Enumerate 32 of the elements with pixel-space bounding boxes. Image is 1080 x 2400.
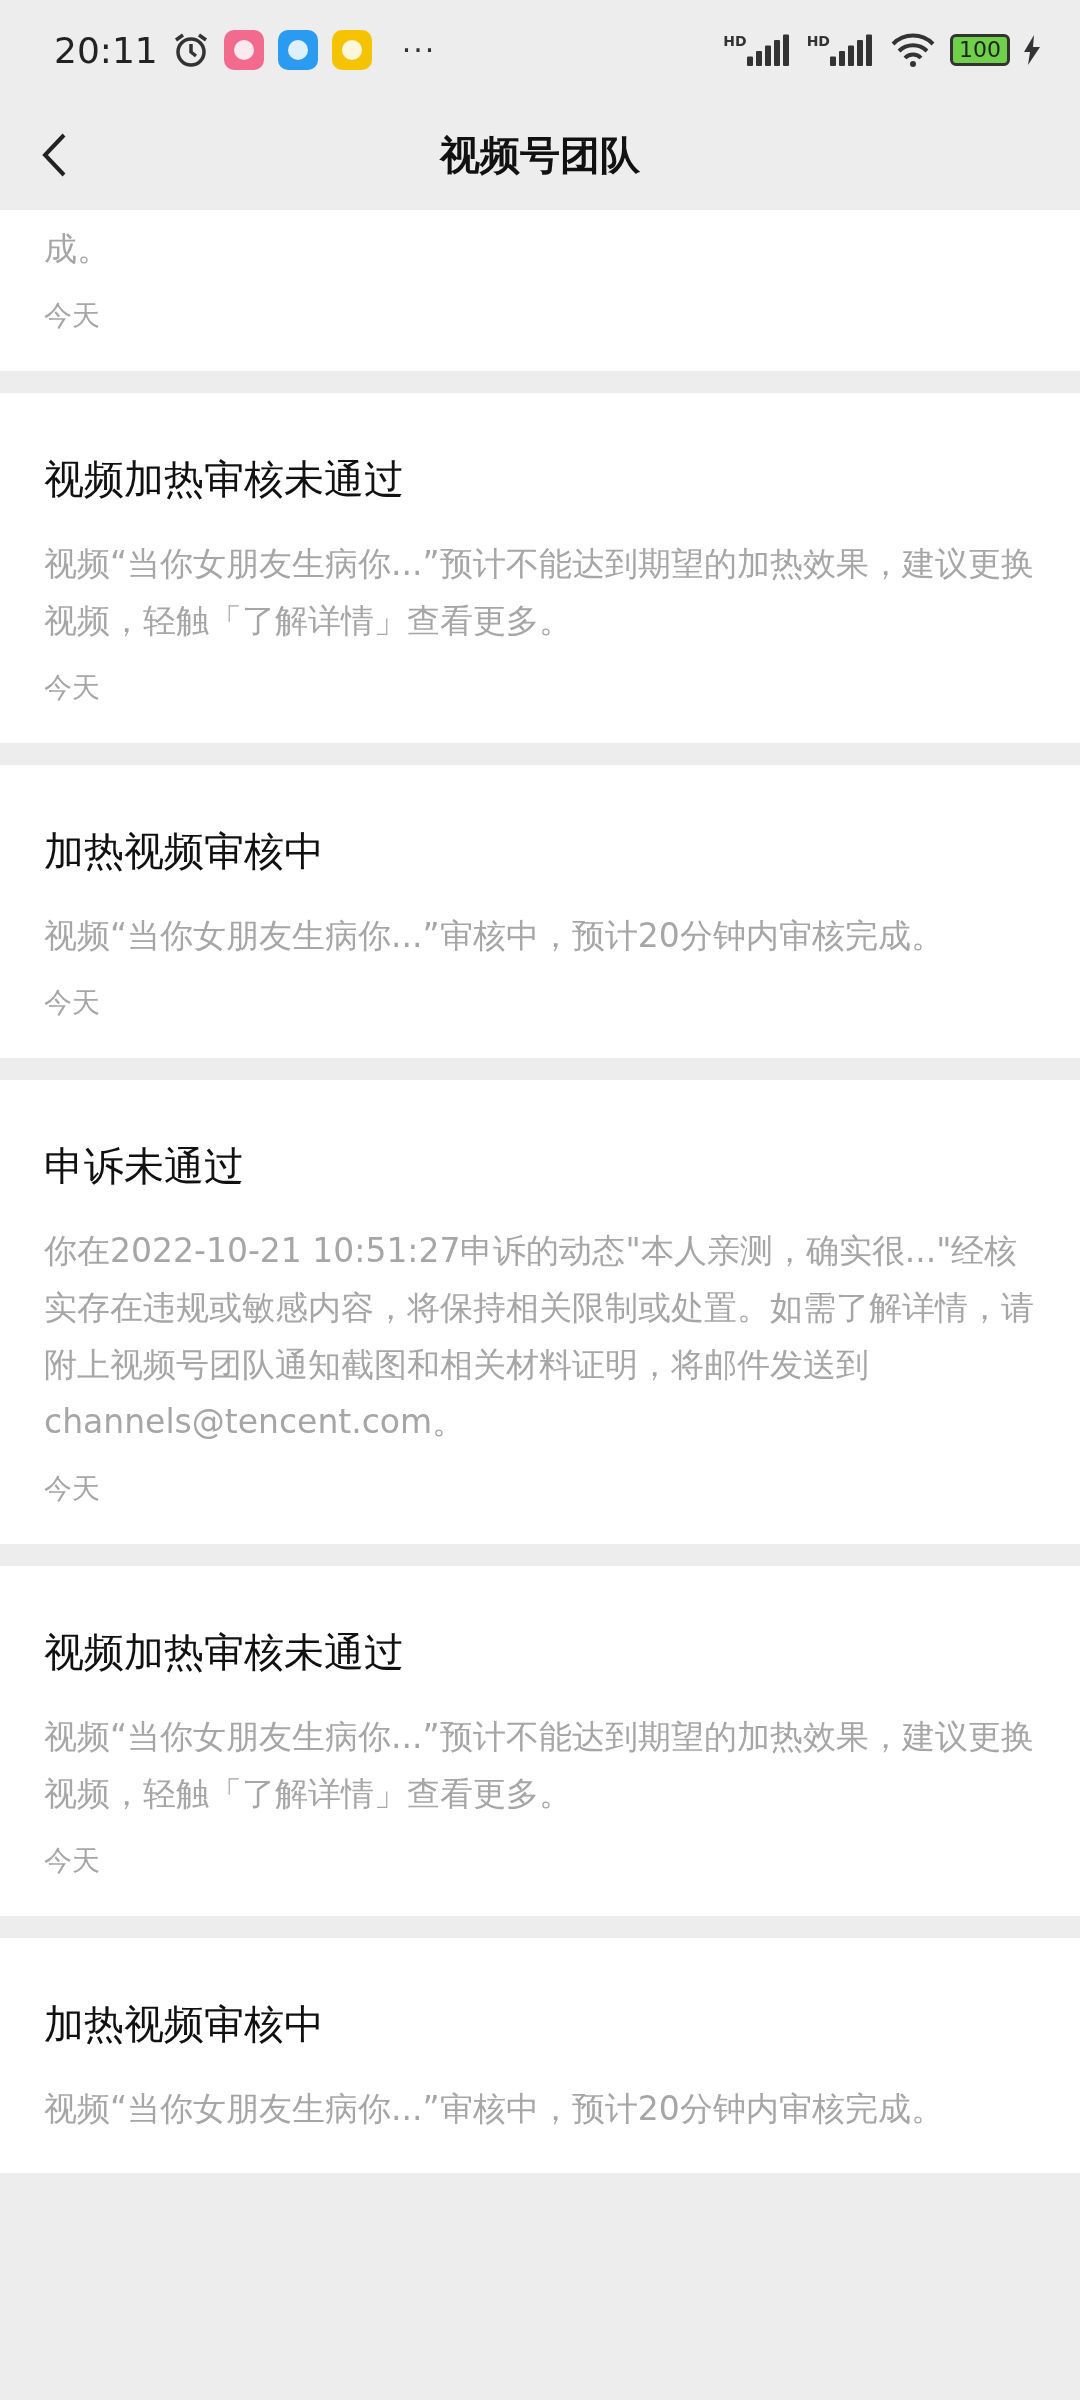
message-time: 今天	[44, 1471, 101, 1507]
charging-bolt-icon	[1024, 35, 1040, 65]
message-body: 视频“当你女朋友生病你...”审核中，预计20分钟内审核完成。	[44, 2088, 945, 2130]
status-time: 20:11	[54, 29, 158, 71]
more-notifications: ···	[401, 32, 437, 68]
message-title: 视频加热审核未通过	[44, 455, 405, 504]
message-time: 今天	[44, 298, 101, 334]
message-body: 视频“当你女朋友生病你...”审核中，预计20分钟内审核完成。	[44, 915, 945, 957]
battery-indicator: 100	[950, 34, 1010, 66]
app-icon	[223, 30, 264, 70]
network-type-label: HD	[806, 34, 830, 48]
message-time: 今天	[44, 670, 101, 706]
message-card[interactable]: 加热视频审核中 视频“当你女朋友生病你...”审核中，预计20分钟内审核完成。 今天	[0, 765, 1080, 1058]
app-icon	[331, 30, 372, 70]
message-title: 视频加热审核未通过	[44, 1628, 405, 1677]
message-card[interactable]: 加热视频审核中 视频“当你女朋友生病你...”审核中，预计20分钟内审核完成。	[0, 1938, 1080, 2173]
message-body: 视频“当你女朋友生病你...”预计不能达到期望的加热效果，建议更换视频，轻触「了解详情」查看更多。	[44, 1716, 1035, 1815]
message-title: 加热视频审核中	[44, 827, 325, 876]
message-card[interactable]: 视频加热审核未通过 视频“当你女朋友生病你...”预计不能达到期望的加热效果，建议更换视频，轻触「了解详情」查看更多。 今天	[0, 393, 1080, 743]
message-time: 今天	[44, 1843, 101, 1879]
message-title: 加热视频审核中	[44, 2000, 325, 2049]
message-card[interactable]: 视频加热审核未通过 视频“当你女朋友生病你...”预计不能达到期望的加热效果，建议更换视频，轻触「了解详情」查看更多。 今天	[0, 1566, 1080, 1916]
page-title: 视频号团队	[440, 130, 640, 180]
network-type-label: HD	[723, 34, 747, 48]
message-title: 申诉未通过	[44, 1142, 245, 1191]
message-body: 视频“当你女朋友生病你...”预计不能达到期望的加热效果，建议更换视频，轻触「了解详情」查看更多。	[44, 543, 1035, 642]
message-time: 今天	[44, 985, 101, 1021]
message-body: 成。	[44, 228, 111, 270]
cloud-app-icon	[277, 30, 318, 70]
wifi-icon	[890, 32, 936, 68]
message-body: 你在2022-10-21 10:51:27申诉的动态"本人亲测，确实很..."经核实存在违规或敏感内容，将保持相关限制或处置。如需了解详情，请附上视频号团队通知截图和相关材料证明，将邮件发送到channels@tencent.com。	[44, 1230, 1035, 1443]
message-card[interactable]: 申诉未通过 你在2022-10-21 10:51:27申诉的动态"本人亲测，确实很..."经核实存在违规或敏感内容，将保持相关限制或处置。如需了解详情，请附上视频号团队通知截图和相关材料证明，将邮件发送到channels@tencent.com。 今天	[0, 1080, 1080, 1544]
